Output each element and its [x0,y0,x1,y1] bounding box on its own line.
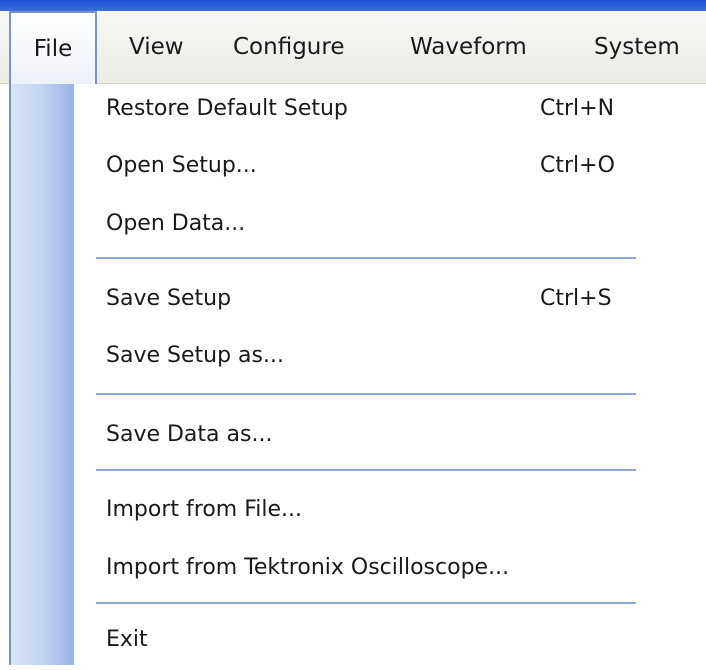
menu-item-open-setup[interactable]: Open Setup... Ctrl+O [74,136,706,196]
menu-item-shortcut: Ctrl+O [540,153,615,178]
menu-item-import-from-file[interactable]: Import from File... [74,480,706,540]
menu-configure[interactable]: Configure [233,11,344,83]
menu-item-label: Save Setup as... [106,343,284,368]
menu-separator [96,602,636,604]
menu-item-label: Import from File... [106,497,302,522]
menu-item-label: Open Data... [106,211,246,236]
menu-separator [96,257,636,259]
menu-item-label: Restore Default Setup [106,96,348,121]
menu-item-save-data-as[interactable]: Save Data as... [74,405,706,465]
menu-waveform[interactable]: Waveform [410,11,527,83]
menu-separator [96,393,636,395]
menu-item-label: Import from Tektronix Oscilloscope... [106,555,510,580]
window-title-strip [0,0,706,11]
menu-item-open-data[interactable]: Open Data... [74,194,706,254]
menu-item-label: Exit [106,627,148,652]
menu-file[interactable]: File [9,11,97,85]
file-dropdown-menu: Restore Default Setup Ctrl+N Open Setup.… [9,84,706,665]
menu-system[interactable]: System [594,11,680,83]
menu-view[interactable]: View [129,11,184,83]
menu-item-shortcut: Ctrl+S [540,286,612,311]
menu-item-shortcut: Ctrl+N [540,96,615,121]
menu-item-label: Save Setup [106,286,232,311]
menu-bar: File View Configure Waveform System [0,0,706,86]
menu-item-save-setup[interactable]: Save Setup Ctrl+S [74,269,706,329]
menu-item-label: Open Setup... [106,153,257,178]
menu-item-exit[interactable]: Exit [74,610,706,670]
menu-item-label: Save Data as... [106,422,273,447]
menu-item-restore-default-setup[interactable]: Restore Default Setup Ctrl+N [74,79,706,139]
menu-separator [96,469,636,471]
menu-item-import-from-tektronix-oscilloscope[interactable]: Import from Tektronix Oscilloscope... [74,538,706,598]
menu-icon-gutter [11,84,74,665]
menu-item-save-setup-as[interactable]: Save Setup as... [74,326,706,386]
